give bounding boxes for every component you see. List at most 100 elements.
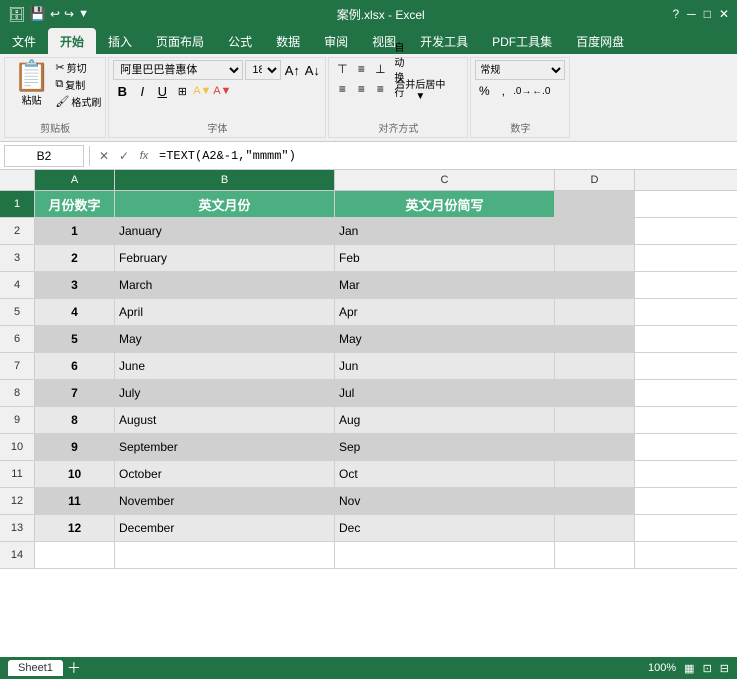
row-num-8[interactable]: 8 [0,380,35,406]
row-num-1[interactable]: 1 [0,191,35,217]
sheet-tab[interactable]: Sheet1 [8,660,63,676]
number-format-select[interactable]: 常规 [475,60,565,80]
cell-d12[interactable] [555,488,635,514]
cell-c2[interactable]: Jan [335,218,555,244]
col-header-b[interactable]: B [115,170,335,190]
cell-a1[interactable]: 月份数字 [35,191,115,217]
row-num-2[interactable]: 2 [0,218,35,244]
row-num-5[interactable]: 5 [0,299,35,325]
cell-a6[interactable]: 5 [35,326,115,352]
cell-a11[interactable]: 10 [35,461,115,487]
align-right-btn[interactable]: ≡ [371,80,389,98]
tab-pdf[interactable]: PDF工具集 [480,28,564,54]
name-box[interactable] [4,145,84,167]
cell-a2[interactable]: 1 [35,218,115,244]
cell-b3[interactable]: February [115,245,335,271]
cell-d5[interactable] [555,299,635,325]
redo-icon[interactable]: ↪ [64,7,74,21]
cell-d6[interactable] [555,326,635,352]
row-num-12[interactable]: 12 [0,488,35,514]
cell-d10[interactable] [555,434,635,460]
confirm-formula-btn[interactable]: ✓ [115,147,133,165]
row-num-4[interactable]: 4 [0,272,35,298]
cell-d3[interactable] [555,245,635,271]
cell-d8[interactable] [555,380,635,406]
format-painter-button[interactable]: 🖌 格式刷 [55,94,101,109]
formula-input[interactable] [155,145,733,167]
cell-a13[interactable]: 12 [35,515,115,541]
cell-d2[interactable] [555,218,635,244]
cell-b12[interactable]: November [115,488,335,514]
add-sheet-btn[interactable]: ＋ [67,658,81,678]
col-header-a[interactable]: A [35,170,115,190]
align-middle-btn[interactable]: ≡ [352,60,370,78]
save-icon[interactable]: 💾 [30,6,46,22]
cell-a4[interactable]: 3 [35,272,115,298]
close-btn[interactable]: ✕ [719,7,729,21]
tab-review[interactable]: 审阅 [312,28,360,54]
row-num-3[interactable]: 3 [0,245,35,271]
thousands-btn[interactable]: , [494,82,512,100]
view-normal-btn[interactable]: ▦ [684,662,694,675]
cell-b10[interactable]: September [115,434,335,460]
cell-c7[interactable]: Jun [335,353,555,379]
cut-button[interactable]: ✂ 剪切 [55,60,101,75]
tab-developer[interactable]: 开发工具 [408,28,480,54]
cell-b8[interactable]: July [115,380,335,406]
cell-c6[interactable]: May [335,326,555,352]
cell-c5[interactable]: Apr [335,299,555,325]
align-bottom-btn[interactable]: ⊥ [371,60,389,78]
cell-a3[interactable]: 2 [35,245,115,271]
cancel-formula-btn[interactable]: ✕ [95,147,113,165]
align-center-btn[interactable]: ≡ [352,80,370,98]
cell-b5[interactable]: April [115,299,335,325]
cell-d9[interactable] [555,407,635,433]
copy-button[interactable]: ⧉ 复制 [55,77,101,92]
paste-button[interactable]: 📋 粘贴 [9,60,52,123]
cell-c9[interactable]: Aug [335,407,555,433]
merge-btn[interactable]: 合并后居中▼ [390,80,450,98]
cell-a5[interactable]: 4 [35,299,115,325]
customize-icon[interactable]: ▼ [78,8,89,20]
cell-a12[interactable]: 11 [35,488,115,514]
cell-d13[interactable] [555,515,635,541]
cell-d14[interactable] [555,542,635,568]
help-icon[interactable]: ? [672,7,679,21]
tab-home[interactable]: 开始 [48,28,96,54]
align-left-btn[interactable]: ≡ [333,80,351,98]
italic-button[interactable]: I [133,82,151,100]
increase-font-btn[interactable]: A↑ [283,61,301,79]
cell-d4[interactable] [555,272,635,298]
align-top-btn[interactable]: ⊤ [333,60,351,78]
cell-b13[interactable]: December [115,515,335,541]
cell-d7[interactable] [555,353,635,379]
cell-b11[interactable]: October [115,461,335,487]
cell-b2[interactable]: January [115,218,335,244]
cell-c11[interactable]: Oct [335,461,555,487]
cell-a8[interactable]: 7 [35,380,115,406]
tab-insert[interactable]: 插入 [96,28,144,54]
cell-c1[interactable]: 英文月份简写 [335,191,555,217]
cell-b6[interactable]: May [115,326,335,352]
cell-a7[interactable]: 6 [35,353,115,379]
cell-b14[interactable] [115,542,335,568]
cell-b7[interactable]: June [115,353,335,379]
cell-c14[interactable] [335,542,555,568]
tab-formulas[interactable]: 公式 [216,28,264,54]
restore-btn[interactable]: □ [704,7,711,21]
view-layout-btn[interactable]: ⊡ [703,662,712,675]
row-num-11[interactable]: 11 [0,461,35,487]
row-num-13[interactable]: 13 [0,515,35,541]
row-num-9[interactable]: 9 [0,407,35,433]
cell-b4[interactable]: March [115,272,335,298]
border-button[interactable]: ⊞ [173,82,191,100]
underline-button[interactable]: U [153,82,171,100]
view-break-btn[interactable]: ⊟ [720,662,729,675]
insert-function-btn[interactable]: fx [135,147,153,165]
percent-btn[interactable]: % [475,82,493,100]
cell-c12[interactable]: Nov [335,488,555,514]
increase-decimal-btn[interactable]: .0→ [513,82,531,100]
cell-c4[interactable]: Mar [335,272,555,298]
decrease-decimal-btn[interactable]: ←.0 [532,82,550,100]
minimize-btn[interactable]: ─ [687,7,696,21]
